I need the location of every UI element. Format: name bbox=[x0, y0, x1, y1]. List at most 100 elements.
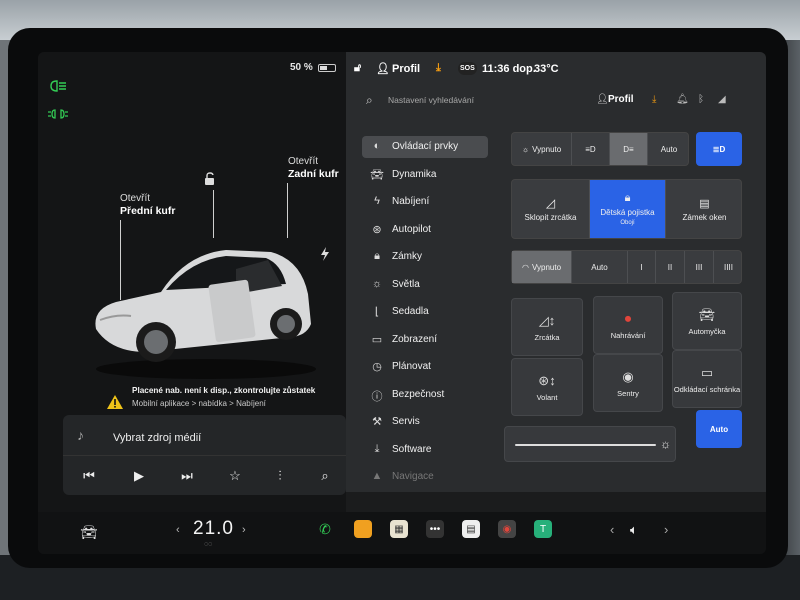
menu-item-label: Software bbox=[392, 443, 432, 455]
lights-off-option[interactable]: ☼ Vypnuto bbox=[512, 133, 572, 165]
download-icon: ⤓ bbox=[374, 442, 380, 455]
high-beam-button[interactable]: ≣D bbox=[696, 132, 742, 166]
charge-port-icon[interactable] bbox=[320, 247, 330, 261]
equalizer-icon[interactable]: ⫶ bbox=[270, 468, 290, 484]
menu-item-9[interactable]: ⓘ Bezpečnost bbox=[362, 384, 488, 406]
rear-trunk-action: Otevřít bbox=[288, 156, 319, 167]
search-icon[interactable]: ⌕ bbox=[315, 468, 335, 484]
wiper-speed-4[interactable]: IIII bbox=[714, 251, 743, 283]
volume-down-icon[interactable]: ‹ bbox=[610, 522, 614, 537]
fold-mirrors-button[interactable]: ◿ Sklopit zrcátka bbox=[512, 180, 590, 238]
parking-lights-option[interactable]: ≡D bbox=[572, 133, 610, 165]
menu-item-7[interactable]: ▭ Zobrazení bbox=[362, 329, 488, 351]
wiper-speed-4-label: IIII bbox=[724, 262, 733, 272]
warning-icon bbox=[107, 395, 123, 409]
glovebox-tile[interactable]: ▭ Odkládací schránka bbox=[672, 350, 742, 408]
mirror-icon: ◿ bbox=[545, 196, 556, 210]
menu-item-2[interactable]: ϟ Nabíjení bbox=[362, 191, 488, 213]
settings-search-bar[interactable]: ⌕ Nastavení vyhledávání 👤︎ Profil ⤓ 🔔︎ ᛒ… bbox=[356, 90, 756, 112]
headlight-indicator-icon bbox=[50, 80, 66, 92]
sun-icon: ☼ bbox=[371, 277, 383, 290]
fold-mirrors-label: Sklopit zrcátka bbox=[524, 213, 577, 222]
bluetooth-icon[interactable]: ᛒ bbox=[698, 94, 704, 105]
window-lock-label: Zámek oken bbox=[682, 212, 727, 222]
camera-icon[interactable]: ◉ bbox=[498, 520, 516, 538]
menu-item-11[interactable]: ⤓ Software bbox=[362, 439, 488, 461]
calendar-icon[interactable]: ▦ bbox=[390, 520, 408, 538]
warning-title: Placené nab. není k disp., zkontrolujte … bbox=[132, 386, 316, 395]
play-icon[interactable]: ▶ bbox=[129, 468, 149, 484]
wiper-speed-3[interactable]: III bbox=[685, 251, 714, 283]
high-beam-icon: ≣D bbox=[712, 144, 726, 154]
music-note-icon: ♪ bbox=[77, 427, 84, 443]
menu-item-1[interactable]: 🚘︎ Dynamika bbox=[362, 164, 488, 186]
menu-item-3[interactable]: ⊛ Autopilot bbox=[362, 219, 488, 241]
cabin-temperature[interactable]: 21.0 bbox=[193, 518, 234, 540]
toybox-icon[interactable] bbox=[354, 520, 372, 538]
wipers-off-option[interactable]: ◠ Vypnuto bbox=[512, 251, 572, 283]
menu-item-0[interactable]: ◐ Ovládací prvky bbox=[362, 136, 488, 158]
front-trunk-label: Přední kufr bbox=[120, 205, 176, 217]
carwash-tile[interactable]: 🚘︎ Automyčka bbox=[672, 292, 742, 350]
light-mode-selector: ☼ Vypnuto ≡D D≡ Auto bbox=[511, 132, 689, 166]
menu-item-10[interactable]: ⚒ Servis bbox=[362, 411, 488, 433]
volume-up-icon[interactable]: › bbox=[664, 522, 668, 537]
notification-bell-icon[interactable]: 🔔︎ bbox=[676, 94, 689, 105]
low-beam-option[interactable]: D≡ bbox=[610, 133, 648, 165]
lock-icon: 🔒︎ bbox=[374, 250, 380, 262]
brightness-slider[interactable]: ☼ bbox=[504, 426, 676, 462]
dashcam-tile[interactable]: ⏺ Nahrávání bbox=[593, 296, 663, 354]
volume-icon[interactable]: 🔈︎ bbox=[630, 522, 638, 538]
temp-increase-icon[interactable]: › bbox=[242, 524, 246, 536]
wiper-speed-2-label: II bbox=[667, 262, 673, 272]
more-apps-icon[interactable]: ••• bbox=[426, 520, 444, 538]
wipers-auto-option[interactable]: Auto bbox=[572, 251, 628, 283]
next-icon[interactable]: ⏭ bbox=[177, 468, 197, 484]
low-beam-icon: D≡ bbox=[623, 144, 634, 154]
update-download-icon[interactable]: ⤓ bbox=[652, 94, 656, 105]
toggle-icon: ◐ bbox=[373, 140, 381, 152]
menu-item-label: Ovládací prvky bbox=[392, 141, 459, 152]
unlock-icon[interactable] bbox=[203, 172, 217, 186]
menu-item-4[interactable]: 🔒︎ Zámky bbox=[362, 246, 488, 268]
temp-decrease-icon[interactable]: ‹ bbox=[176, 524, 180, 536]
sentry-tile[interactable]: ◉ Sentry bbox=[593, 354, 663, 412]
car-icon[interactable]: 🚘︎ bbox=[80, 524, 98, 541]
media-player: ♪ Vybrat zdroj médií ⏮ ▶ ⏭ ☆ ⫶ ⌕ bbox=[63, 415, 346, 495]
window-lock-button[interactable]: ▤ Zámek oken bbox=[666, 180, 743, 238]
menu-item-8[interactable]: ◷ Plánovat bbox=[362, 356, 488, 378]
sos-button[interactable]: SOS bbox=[458, 62, 477, 75]
wiper-speed-2[interactable]: II bbox=[656, 251, 685, 283]
menu-item-12[interactable]: ▲ Navigace bbox=[362, 466, 488, 488]
front-trunk-button[interactable]: Otevřít Přední kufr bbox=[120, 192, 175, 218]
wipers-off-label: Vypnuto bbox=[531, 262, 562, 272]
child-lock-button[interactable]: 🔒︎ Dětská pojistka Obojí bbox=[590, 180, 666, 238]
rear-trunk-button[interactable]: Otevřít Zadní kufr bbox=[288, 155, 339, 181]
favorite-icon[interactable]: ☆ bbox=[225, 468, 245, 484]
menu-item-label: Zobrazení bbox=[392, 333, 438, 345]
search-input[interactable]: Nastavení vyhledávání bbox=[388, 95, 474, 105]
steering-adjust-tile[interactable]: ⊛↕ Volant bbox=[511, 358, 583, 416]
wiper-icon: ◠ bbox=[521, 262, 529, 272]
profile-menu-button[interactable]: Profil bbox=[608, 94, 634, 105]
previous-icon[interactable]: ⏮ bbox=[79, 468, 99, 484]
media-divider bbox=[63, 455, 346, 456]
sentry-icon: ◉ bbox=[622, 369, 634, 384]
profile-button[interactable]: Profil bbox=[392, 63, 420, 75]
phone-icon[interactable]: ✆ bbox=[316, 520, 334, 538]
seat-heater-icon[interactable]: ◌◌ bbox=[204, 541, 212, 548]
update-download-icon[interactable]: ⤓ bbox=[436, 62, 441, 75]
mirror-adjust-tile[interactable]: ◿↕ Zrcátka bbox=[511, 298, 583, 356]
sun-outline-icon: ☼ bbox=[521, 144, 530, 154]
unlock-status-icon[interactable]: 🔓︎ bbox=[354, 62, 361, 75]
brightness-track[interactable] bbox=[515, 444, 657, 446]
brightness-auto-button[interactable]: Auto bbox=[696, 410, 742, 448]
wiper-speed-1[interactable]: I bbox=[628, 251, 656, 283]
media-source-button[interactable]: Vybrat zdroj médií bbox=[113, 432, 201, 444]
lights-auto-option[interactable]: Auto bbox=[648, 133, 690, 165]
menu-item-5[interactable]: ☼ Světla bbox=[362, 274, 488, 296]
menu-item-6[interactable]: ⌊ Sedadla bbox=[362, 301, 488, 323]
lights-auto-label: Auto bbox=[660, 144, 678, 154]
notes-icon[interactable]: ▤ bbox=[462, 520, 480, 538]
theater-icon[interactable]: T bbox=[534, 520, 552, 538]
